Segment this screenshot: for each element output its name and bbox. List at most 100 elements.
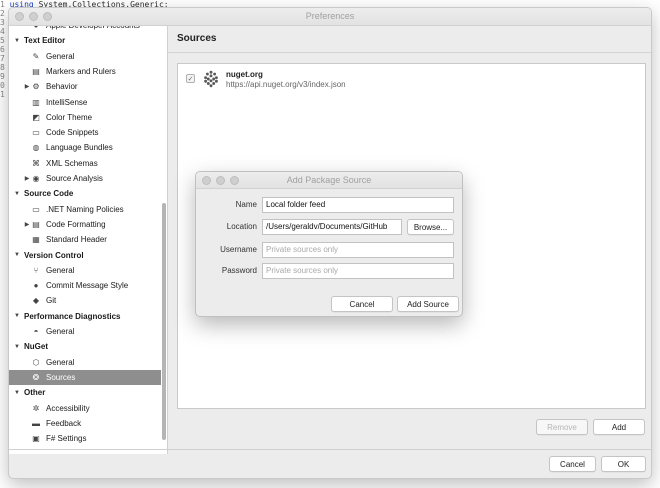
sidebar-category-other[interactable]: ▼ Other [9,385,161,400]
cancel-button[interactable]: Cancel [549,456,596,472]
sidebar-item-label: Commit Message Style [46,281,129,291]
sidebar-item-general[interactable]: ⑂ General [9,263,161,278]
browse-button[interactable]: Browse... [407,219,454,235]
sidebar-item-label: Code Formatting [46,219,106,229]
package-icon: ⬡ [32,357,40,367]
sidebar-item-label: XML Schemas [46,158,98,168]
line-number: 7 [0,54,5,63]
sidebar-category-version-control[interactable]: ▼ Version Control [9,248,161,263]
disclosure-triangle-icon[interactable]: ▼ [13,344,21,350]
sidebar-item-apple-developer-accounts[interactable]: ● Apple Developer Accounts [9,26,161,33]
header-icon: ▦ [32,235,40,245]
sidebar-item-f-settings[interactable]: ▣ F# Settings [9,431,161,446]
disclosure-triangle-icon[interactable]: ▼ [13,390,21,396]
sidebar-item-label: Feedback [46,418,82,428]
line-number: 5 [0,36,5,45]
sidebar-item-code-formatting[interactable]: ▶ ▤ Code Formatting [9,217,161,232]
sidebar-category-nuget[interactable]: ▼ NuGet [9,339,161,354]
sources-icon: ❂ [32,372,40,382]
sidebar-item-label: Git [46,296,57,306]
name-field[interactable]: Local folder feed [262,197,454,213]
sidebar-item-accessibility[interactable]: ✲ Accessibility [9,401,161,416]
username-field[interactable]: Private sources only [262,242,454,258]
disclosure-triangle-icon[interactable]: ▼ [13,38,21,44]
sidebar-item-general[interactable]: ✎ General [9,49,161,64]
remove-source-button[interactable]: Remove [536,419,588,435]
sidebar-scrollbar[interactable] [162,203,166,440]
sidebar-item-general[interactable]: ⬡ General [9,355,161,370]
sidebar-item-label: General [46,265,75,275]
palette-icon: ◩ [32,112,40,122]
ruler-icon: ▤ [32,66,40,76]
line-number: 1 [0,0,5,9]
dialog-cancel-button[interactable]: Cancel [331,296,393,312]
location-field[interactable]: /Users/geraldv/Documents/GitHub [262,219,402,235]
add-package-source-dialog: Add Package Source Name Local folder fee… [195,171,463,317]
sidebar-item-markers-and-rulers[interactable]: ▤ Markers and Rulers [9,64,161,79]
ok-button[interactable]: OK [601,456,646,472]
dialog-title: Add Package Source [286,175,372,185]
pane-title: Sources [177,33,217,44]
sidebar-category-source-code[interactable]: ▼ Source Code [9,186,161,201]
source-enabled-checkbox[interactable]: ✓ [186,74,195,83]
source-row-nuget[interactable]: ✓ nuget.org https://api.nuget.org/v3/ind… [186,70,346,90]
preferences-sidebar[interactable]: ●Apple Developer Accounts▼Text Editor✎Ge… [9,26,168,454]
sidebar-item-commit-message-style[interactable]: ● Commit Message Style [9,278,161,293]
sidebar-item-label: General [46,327,75,336]
sidebar-item-general[interactable]: ◓ General [9,324,161,339]
analysis-icon: ◉ [32,174,40,183]
username-label: Username [220,245,257,254]
name-row: Name Local folder feed [196,197,462,213]
xml-icon: ⌘ [32,158,40,168]
password-label: Password [221,266,257,275]
add-source-button[interactable]: Add [593,419,645,435]
branch-icon: ⑂ [33,265,39,275]
sidebar-item-behavior[interactable]: ▶ ⚙ Behavior [9,79,161,94]
line-number: 9 [0,72,5,81]
sidebar-item-label: Color Theme [46,112,93,122]
sidebar-item-label: Source Analysis [46,174,103,183]
sidebar-item-label: .NET Naming Policies [46,204,124,214]
sidebar-item-label: IntelliSense [46,97,88,107]
sidebar-item-language-bundles[interactable]: ◍ Language Bundles [9,140,161,155]
sidebar-item-label: Language Bundles [46,143,113,153]
person-icon: ● [31,26,41,31]
password-field[interactable]: Private sources only [262,263,454,279]
window-titlebar: Preferences [9,8,651,26]
location-row: Location /Users/geraldv/Documents/GitHub… [196,219,462,235]
sidebar-item-label: Code Snippets [46,128,99,138]
sidebar-category-text-editor[interactable]: ▼ Text Editor [9,33,161,48]
sidebar-item-git[interactable]: ◆ Git [9,293,161,308]
sidebar-item-label: Performance Diagnostics [24,311,121,321]
sidebar-item-label: Text Editor [24,36,66,46]
sidebar-category-performance-diagnostics[interactable]: ▼ Performance Diagnostics [9,309,161,324]
sidebar-item-label: Version Control [24,250,84,260]
sidebar-item-xml-schemas[interactable]: ⌘ XML Schemas [9,156,161,171]
git-icon: ◆ [32,296,40,306]
password-row: Password Private sources only [196,263,462,279]
disclosure-triangle-icon[interactable]: ▶ [23,221,31,228]
pane-divider [168,52,651,53]
add-source-confirm-button[interactable]: Add Source [397,296,459,312]
disclosure-triangle-icon[interactable]: ▶ [23,83,31,90]
line-number: 4 [0,27,5,36]
sidebar-item-label: Behavior [46,82,78,92]
accessibility-icon: ✲ [32,403,40,413]
sidebar-item-source-analysis[interactable]: ▶ ◉ Source Analysis [9,171,161,186]
sidebar-item-feedback[interactable]: ▬ Feedback [9,416,161,431]
disclosure-triangle-icon[interactable]: ▼ [13,191,21,197]
disclosure-triangle-icon[interactable]: ▶ [23,175,31,182]
line-number: 3 [0,18,5,27]
feedback-icon: ▬ [32,418,40,428]
sidebar-item-net-naming-policies[interactable]: ▭ .NET Naming Policies [9,202,161,217]
sidebar-item-color-theme[interactable]: ◩ Color Theme [9,110,161,125]
sidebar-item-label: F# Settings [46,434,87,444]
sidebar-item-sources[interactable]: ❂ Sources [9,369,161,385]
line-number: 6 [0,45,5,54]
sidebar-item-intellisense[interactable]: ▥ IntelliSense [9,95,161,110]
sidebar-item-code-snippets[interactable]: ▭ Code Snippets [9,125,161,140]
disclosure-triangle-icon[interactable]: ▼ [13,252,21,258]
line-number: 1 [0,90,5,99]
disclosure-triangle-icon[interactable]: ▼ [13,313,21,319]
sidebar-item-standard-header[interactable]: ▦ Standard Header [9,232,161,247]
